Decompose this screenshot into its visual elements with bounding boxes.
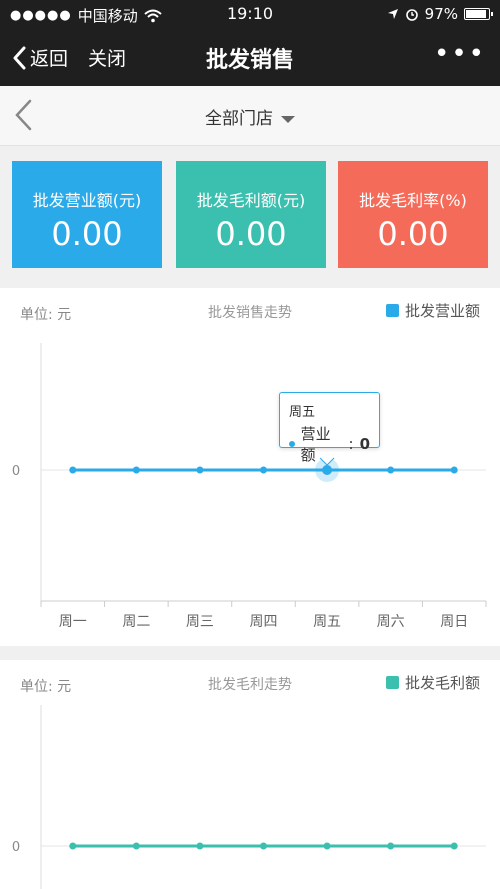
alarm-icon [405, 9, 418, 21]
data-point [196, 466, 204, 474]
tooltip-category: 周五 [289, 405, 316, 420]
store-selector-label: 全部门店 [205, 109, 273, 129]
kpi-label: 批发毛利额(元) [196, 191, 306, 210]
data-point [69, 842, 77, 850]
nav-bar: 返回 关闭 批发销售 ••• [0, 28, 500, 86]
x-tick-label: 周日 [440, 614, 468, 630]
kpi-value: 0.00 [377, 215, 449, 253]
kpi-card-revenue[interactable]: 批发营业额(元) 0.00 [12, 161, 162, 268]
y-tick-label: 0 [12, 464, 20, 479]
tooltip-row: 营业额: 0 [289, 423, 370, 465]
y-tick-label: 0 [12, 840, 20, 855]
nav-close-button[interactable]: 关闭 [88, 44, 126, 71]
kpi-label: 批发毛利率(%) [359, 191, 467, 210]
chevron-left-icon [13, 46, 26, 69]
x-tick-label: 周二 [122, 614, 150, 630]
battery-icon [464, 8, 493, 20]
data-point [450, 466, 458, 474]
data-point [450, 842, 458, 850]
sales-trend-chart: 0周一 周二 周三 周四 周五 周六 周日 [12, 343, 487, 630]
kpi-label: 批发营业额(元) [32, 191, 142, 210]
more-options-icon[interactable]: ••• [434, 41, 486, 67]
data-point [132, 842, 140, 850]
data-point [323, 842, 331, 850]
battery-percent: 97% [424, 5, 458, 23]
chart-tooltip: 周五 营业额: 0 [279, 392, 380, 464]
kpi-card-margin-rate[interactable]: 批发毛利率(%) 0.00 [338, 161, 488, 268]
data-point [260, 842, 267, 850]
data-point [260, 466, 267, 474]
nav-back-label: 返回 [30, 48, 69, 70]
store-selector[interactable]: 全部门店 [0, 104, 500, 129]
store-bar: 全部门店 [0, 86, 500, 146]
kpi-value: 0.00 [51, 215, 123, 253]
kpi-card-gross-profit[interactable]: 批发毛利额(元) 0.00 [176, 161, 326, 268]
x-tick-label: 周一 [59, 614, 87, 630]
tooltip-series: 营业额 [300, 425, 331, 464]
status-bar: ●●●●● 中国移动 19:10 97% [0, 0, 500, 28]
kpi-row: 批发营业额(元) 0.00 批发毛利额(元) 0.00 批发毛利率(%) 0.0… [0, 146, 500, 280]
profit-trend-chart: 0 [12, 705, 486, 889]
tooltip-value: 0 [359, 435, 370, 453]
data-point [322, 465, 333, 475]
kpi-value: 0.00 [215, 215, 287, 253]
x-tick-label: 周五 [313, 614, 341, 630]
data-point [132, 466, 140, 474]
page-title: 批发销售 [205, 48, 294, 73]
x-tick-label: 周六 [377, 614, 405, 630]
tooltip-colon: : [348, 435, 354, 453]
data-point [387, 466, 395, 474]
data-point [387, 842, 395, 850]
caret-down-icon [281, 115, 295, 123]
sales-trend-panel: 单位: 元 批发销售走势 批发营业额 0 周一 周二 周三 周四 周五 周六 周日 周五 营业… [0, 288, 500, 646]
tooltip-dot [289, 441, 295, 447]
status-right: 97% [387, 5, 493, 23]
data-point [69, 466, 77, 474]
data-point [196, 842, 204, 850]
location-icon [387, 9, 398, 19]
profit-trend-panel: 单位: 元 批发毛利走势 批发毛利额 0 [0, 660, 500, 889]
x-tick-label: 周三 [186, 614, 214, 630]
x-tick-label: 周四 [250, 614, 278, 630]
nav-back-button[interactable]: 返回 [12, 44, 68, 71]
